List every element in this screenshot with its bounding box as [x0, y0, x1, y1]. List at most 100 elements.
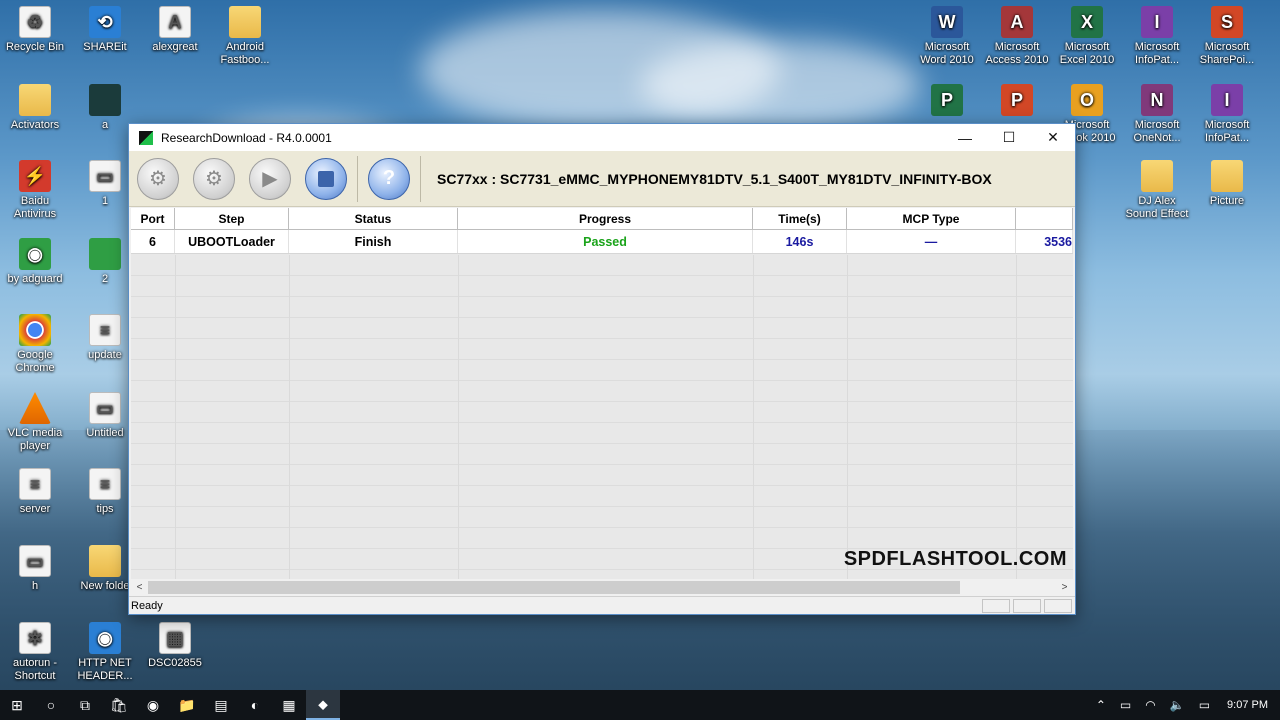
empty-grid-rows: [131, 255, 1073, 579]
show-hidden-icons-icon[interactable]: ⌃: [1096, 698, 1106, 712]
desktop-icon[interactable]: ▦ DSC02855: [140, 622, 210, 670]
desktop-icon-label: DSC02855: [148, 657, 202, 669]
folder-icon: [229, 6, 261, 38]
desktop-icon[interactable]: DJ Alex Sound Effect: [1122, 160, 1192, 221]
packet-info: SC77xx : SC7731_eMMC_MYPHONEMY81DTV_5.1_…: [437, 170, 992, 187]
app-icon: [139, 130, 153, 145]
action-center-icon[interactable]: ▭: [1199, 698, 1210, 712]
title-bar[interactable]: ResearchDownload - R4.0.0001 — ☐ ✕: [129, 124, 1075, 151]
cell-extra: 3536: [1016, 230, 1073, 253]
start-download-button[interactable]: ▶: [249, 157, 291, 200]
folder-icon: [19, 84, 51, 116]
folder-icon: [89, 545, 121, 577]
desktop-icon[interactable]: I Microsoft InfoPat...: [1192, 84, 1262, 145]
desktop-icon[interactable]: Google Chrome: [0, 314, 70, 375]
desktop-icon[interactable]: X Microsoft Excel 2010: [1052, 6, 1122, 67]
column-header-extra[interactable]: [1016, 208, 1073, 229]
toolbar-separator: [357, 155, 358, 202]
notepad-icon[interactable]: ▤: [204, 690, 238, 720]
start-button[interactable]: ⊞: [0, 690, 34, 720]
text-file-icon: ≡: [89, 314, 121, 346]
system-tray: ⌃ ▭ ◠ 🔈 ▭: [1089, 698, 1217, 712]
column-header-mcp-type[interactable]: MCP Type: [847, 208, 1016, 229]
desktop-icon[interactable]: P: [982, 84, 1052, 119]
desktop-icon[interactable]: P: [912, 84, 982, 119]
desktop-icon[interactable]: S Microsoft SharePoi...: [1192, 6, 1262, 67]
status-text: Ready: [131, 599, 163, 612]
help-button[interactable]: ?: [368, 157, 410, 200]
window-title: ResearchDownload - R4.0.0001: [161, 130, 332, 145]
desktop-icon[interactable]: ▭ h: [0, 545, 70, 593]
desktop-icon-label: SHAREit: [83, 41, 127, 53]
desktop-icon[interactable]: W Microsoft Word 2010: [912, 6, 982, 67]
desktop-icon[interactable]: ◉ HTTP NET HEADER...: [70, 622, 140, 683]
desktop-icon[interactable]: I Microsoft InfoPat...: [1122, 6, 1192, 67]
desktop-icon[interactable]: Picture: [1192, 160, 1262, 208]
column-header-step[interactable]: Step: [175, 208, 289, 229]
research-download-taskbar-icon[interactable]: ⬥: [306, 690, 340, 720]
onenote-icon: N: [1141, 84, 1173, 116]
vlc-icon: [19, 392, 51, 424]
cell-progress: Passed: [458, 230, 753, 253]
column-header-time[interactable]: Time(s): [753, 208, 847, 229]
desktop-icon[interactable]: ◉ by adguard: [0, 238, 70, 286]
desktop-icon-label: Android Fastboo...: [220, 41, 270, 66]
desktop-icon-label: Microsoft OneNot...: [1133, 119, 1181, 144]
chrome-icon: [19, 314, 51, 346]
desktop-icon[interactable]: ≡ server: [0, 468, 70, 516]
desktop-icon[interactable]: Activators: [0, 84, 70, 132]
minimize-button[interactable]: —: [943, 124, 987, 151]
task-view-icon[interactable]: ⧉: [68, 690, 102, 720]
volume-icon[interactable]: 🔈: [1170, 698, 1185, 712]
text-file-icon: ≡: [19, 468, 51, 500]
stop-download-button[interactable]: [305, 157, 347, 200]
desktop-icon-label: Microsoft Word 2010: [920, 41, 974, 66]
chrome-taskbar-icon[interactable]: ◉: [136, 690, 170, 720]
desktop-icon[interactable]: ♻ Recycle Bin: [0, 6, 70, 54]
shortcut-icon: ✲: [19, 622, 51, 654]
column-header-progress[interactable]: Progress: [458, 208, 753, 229]
scroll-right-arrow-icon[interactable]: >: [1056, 582, 1073, 593]
desktop-icon[interactable]: ⚡ Baidu Antivirus: [0, 160, 70, 221]
desktop-icon[interactable]: A Microsoft Access 2010: [982, 6, 1052, 67]
horizontal-scrollbar[interactable]: < >: [131, 579, 1073, 596]
column-header-port[interactable]: Port: [131, 208, 175, 229]
table-row[interactable]: 6 UBOOTLoader Finish Passed 146s — 3536: [131, 230, 1073, 254]
wifi-icon[interactable]: ◠: [1145, 698, 1155, 712]
desktop-icon-label: alexgreat: [152, 41, 198, 53]
grid-divider: [753, 255, 754, 579]
desktop-icon[interactable]: Android Fastboo...: [210, 6, 280, 67]
app-icon[interactable]: ◐: [238, 690, 272, 720]
globe-icon: ◉: [89, 622, 121, 654]
maximize-button[interactable]: ☐: [987, 124, 1031, 151]
desktop-icon[interactable]: VLC media player: [0, 392, 70, 453]
document-icon: A: [159, 6, 191, 38]
store-icon[interactable]: 🛍: [102, 690, 136, 720]
cell-time: 146s: [753, 230, 847, 253]
scroll-left-arrow-icon[interactable]: <: [131, 582, 148, 593]
desktop-icon[interactable]: ⟲ SHAREit: [70, 6, 140, 54]
cell-port: 6: [131, 230, 175, 253]
scrollbar-thumb[interactable]: [148, 581, 960, 594]
desktop-icon[interactable]: N Microsoft OneNot...: [1122, 84, 1192, 145]
desktop-icon[interactable]: ✲ autorun - Shortcut: [0, 622, 70, 683]
search-icon[interactable]: ○: [34, 690, 68, 720]
desktop-icon-label: HTTP NET HEADER...: [77, 657, 133, 682]
watermark-text: SPDFLASHTOOL.COM: [843, 548, 1067, 570]
clock[interactable]: 9:07 PM: [1227, 699, 1268, 711]
settings-button[interactable]: ⚙: [193, 157, 235, 200]
column-header-status[interactable]: Status: [289, 208, 458, 229]
desktop-icon-label: h: [31, 580, 39, 592]
desktop-icon-label: Microsoft Access 2010: [985, 41, 1049, 66]
infopath-icon: I: [1211, 84, 1243, 116]
desktop-icon[interactable]: Aalexgreat: [140, 6, 210, 54]
toolbar: ⚙ ⚙ ▶ ? SC77xx : SC7731_eMMC_MYPHONEMY81…: [129, 151, 1075, 207]
window-file-icon: ▭: [89, 160, 121, 192]
close-button[interactable]: ✕: [1031, 124, 1075, 151]
file-explorer-icon[interactable]: 📁: [170, 690, 204, 720]
calculator-icon[interactable]: ▦: [272, 690, 306, 720]
battery-icon[interactable]: ▭: [1120, 698, 1131, 712]
desktop-icon-label: VLC media player: [7, 427, 63, 452]
load-packet-button[interactable]: ⚙: [137, 157, 179, 200]
desktop-icon-label: Google Chrome: [15, 349, 55, 374]
